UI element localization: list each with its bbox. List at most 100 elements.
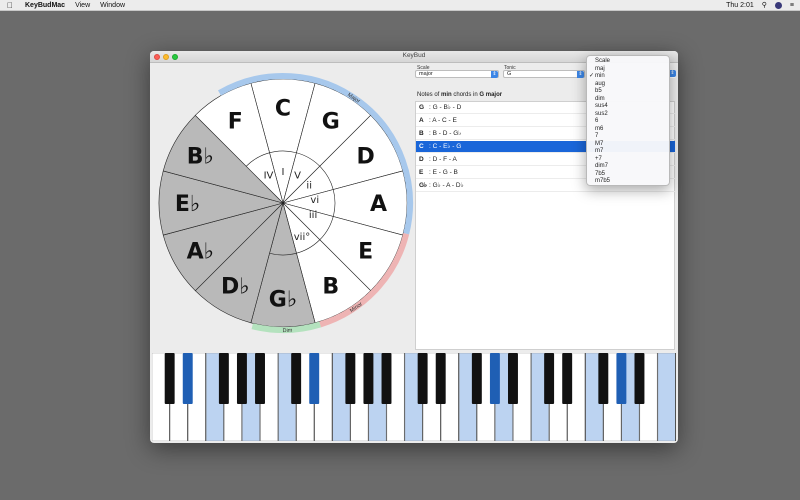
menu-item-6[interactable]: 6 xyxy=(587,118,671,126)
menu-window[interactable]: Window xyxy=(100,2,125,9)
piano-keyboard[interactable] xyxy=(152,353,676,441)
menu-item-label: maj xyxy=(595,65,605,72)
chord-root: D xyxy=(419,156,424,163)
roman-numeral: I xyxy=(282,167,285,178)
white-key[interactable] xyxy=(657,353,676,441)
black-key[interactable] xyxy=(255,353,265,405)
note-label: G♭ xyxy=(269,287,297,312)
circle-of-fifths[interactable]: MajorMinorDim CGDAEBG♭D♭A♭E♭B♭F IV I Viivi… xyxy=(150,63,415,345)
black-key[interactable] xyxy=(616,353,627,405)
menu-item-label: M7 xyxy=(595,140,604,147)
roman-numeral: IV xyxy=(264,170,274,181)
note-label: A xyxy=(370,192,387,217)
menu-item-m7[interactable]: m7 xyxy=(587,148,671,156)
chord-root: A xyxy=(419,117,424,124)
menu-item-dim7[interactable]: dim7 xyxy=(587,163,671,171)
chord-root: B xyxy=(419,130,424,137)
note-label: F xyxy=(228,109,243,134)
scale-popup[interactable]: major ⇕ xyxy=(415,70,499,78)
menu-item-7b5[interactable]: 7b5 xyxy=(587,171,671,179)
chevron-updown-icon: ⇕ xyxy=(491,71,498,78)
note-label: D♭ xyxy=(221,275,250,300)
tonic-value: G xyxy=(507,71,512,77)
roman-numeral: ii xyxy=(306,181,312,192)
black-key[interactable] xyxy=(345,353,356,405)
chord-notes: : E - G - B xyxy=(429,169,458,176)
scale-value: major xyxy=(419,71,433,77)
menu-item-sus2[interactable]: sus2 xyxy=(587,111,671,119)
note-label: A♭ xyxy=(187,240,214,265)
chord-root: C xyxy=(419,143,424,150)
spotlight-icon[interactable]: ⚲ xyxy=(762,0,767,11)
menu-app-name[interactable]: KeyBudMac xyxy=(25,2,65,9)
menu-item-label: +7 xyxy=(595,155,602,162)
black-key[interactable] xyxy=(164,353,175,405)
menu-item-min[interactable]: ✓ min xyxy=(587,73,671,81)
black-key[interactable] xyxy=(544,353,555,405)
menu-view[interactable]: View xyxy=(75,2,90,9)
menu-item-maj[interactable]: maj xyxy=(587,66,671,74)
black-key[interactable] xyxy=(562,353,573,405)
menu-item-dim[interactable]: dim xyxy=(587,96,671,104)
notes-heading-key: G major xyxy=(479,92,503,98)
menu-item-label: dim7 xyxy=(595,163,609,169)
note-label: G xyxy=(322,109,340,134)
siri-icon[interactable] xyxy=(774,2,782,9)
black-key[interactable] xyxy=(218,353,229,405)
black-key[interactable] xyxy=(471,353,482,405)
notes-heading: Notes of min chords in G major xyxy=(417,92,502,98)
tonic-popup[interactable]: G ⇕ xyxy=(503,70,585,78)
menu-item-b5[interactable]: b5 xyxy=(587,88,671,96)
menu-item-m7b5[interactable]: m7b5 xyxy=(587,178,671,186)
black-key[interactable] xyxy=(417,353,428,405)
menu-item-7[interactable]: 7 xyxy=(587,133,671,141)
note-label: B♭ xyxy=(187,144,214,169)
note-label: E♭ xyxy=(175,192,200,217)
chord-root: G♭ xyxy=(419,182,428,189)
black-key[interactable] xyxy=(435,353,446,405)
notes-heading-prefix: Notes of xyxy=(417,92,440,98)
apple-menu-icon[interactable]:  xyxy=(7,0,17,11)
black-key[interactable] xyxy=(489,353,500,405)
menu-item-label: sus4 xyxy=(595,103,608,109)
menu-item-scale[interactable]: Scale xyxy=(587,58,671,66)
menu-bar:  KeyBudMac View Window Thu 2:01 ⚲ ≡ xyxy=(0,0,800,11)
menu-item-label: m7b5 xyxy=(595,178,611,184)
chord-notes: : G♭ - A - D♭ xyxy=(429,182,464,189)
menu-item-aug[interactable]: aug xyxy=(587,81,671,89)
chord-notes: : B - D - G♭ xyxy=(429,130,462,137)
chord-notes: : C - E♭ - G xyxy=(429,143,462,150)
menu-item-label: 7b5 xyxy=(595,170,606,177)
chord-root: E xyxy=(419,169,424,176)
menu-item-sus4[interactable]: sus4 xyxy=(587,103,671,111)
menu-item-label: m7 xyxy=(595,148,604,154)
black-key[interactable] xyxy=(236,353,247,405)
menu-item-plus7[interactable]: +7 xyxy=(587,156,671,164)
black-key[interactable] xyxy=(291,353,302,405)
black-key[interactable] xyxy=(309,353,320,405)
menu-item-label: m6 xyxy=(595,125,604,132)
menu-item-label: min xyxy=(595,73,605,79)
black-key[interactable] xyxy=(634,353,645,405)
note-label: E xyxy=(358,240,373,265)
menu-item-m6[interactable]: m6 xyxy=(587,126,671,134)
menu-item-M7[interactable]: M7 xyxy=(587,141,671,149)
black-key[interactable] xyxy=(508,353,518,405)
clock[interactable]: Thu 2:01 xyxy=(726,0,754,11)
notification-center-icon[interactable]: ≡ xyxy=(790,0,794,11)
black-key[interactable] xyxy=(598,353,609,405)
menu-item-label: aug xyxy=(595,80,606,87)
notes-heading-middle: chords in xyxy=(453,92,478,98)
menu-item-label: Scale xyxy=(595,58,611,64)
menu-item-label: 6 xyxy=(595,118,599,124)
roman-numeral: iii xyxy=(309,210,317,221)
black-key[interactable] xyxy=(381,353,392,405)
chord-type-menu: Scale maj ✓ min aug b5 dim sus4 sus2 6 m6… xyxy=(586,55,670,186)
note-label: B xyxy=(322,275,339,300)
note-label: C xyxy=(275,97,291,122)
menu-item-label: 7 xyxy=(595,133,599,139)
black-key[interactable] xyxy=(182,353,193,405)
black-key[interactable] xyxy=(363,353,374,405)
checkmark-icon: ✓ xyxy=(589,73,595,79)
notes-heading-quality: min xyxy=(441,92,452,98)
